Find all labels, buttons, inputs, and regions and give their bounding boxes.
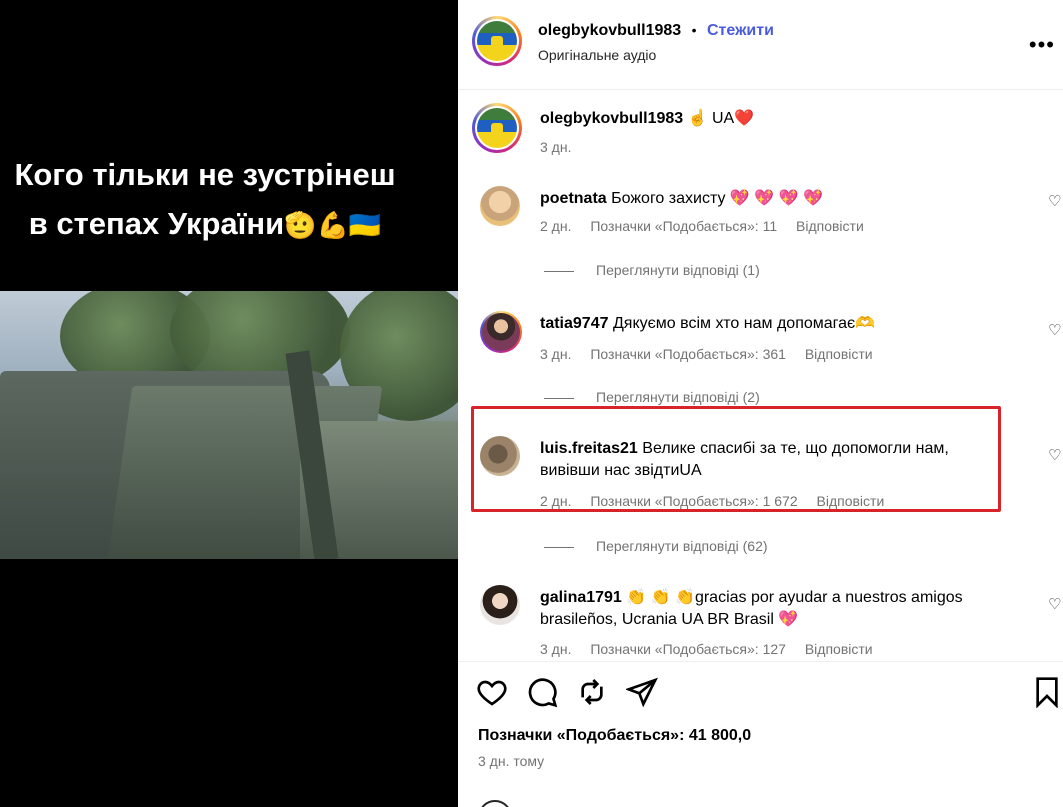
heart-icon[interactable]	[476, 676, 508, 708]
video-caption-line2: в степах України	[28, 206, 285, 241]
reply-button[interactable]: Відповісти	[805, 346, 873, 362]
video-caption-line1: Кого тільки не зустрінеш	[14, 157, 396, 192]
comment-text: Дякуємо всім хто нам допомагає🫶	[612, 315, 876, 332]
like-comment-icon[interactable]: ♡	[1048, 446, 1061, 464]
comment-text-line: luis.freitas21 Велике спасибі за те, що …	[540, 438, 1010, 482]
separator-dot: •	[691, 22, 697, 38]
view-replies-button[interactable]: Переглянути відповіді (1)	[544, 262, 760, 278]
comment-meta: 3 дн. Позначки «Подобається»: 127 Відпов…	[540, 641, 888, 657]
comment-text-line: galina1791 👏 👏 👏gracias por ayudar a nue…	[540, 587, 1010, 631]
view-replies-button[interactable]: Переглянути відповіді (2)	[544, 389, 760, 405]
comment-time: 2 дн.	[540, 218, 572, 234]
caption-text-line: olegbykovbull1983 ☝️ UA❤️	[540, 108, 1010, 130]
view-replies-button[interactable]: Переглянути відповіді (62)	[544, 538, 768, 554]
likes-count[interactable]: Позначки «Подобається»: 41 800,0	[478, 727, 751, 745]
emoji-icon[interactable]	[478, 800, 512, 807]
video-frame	[0, 291, 458, 559]
repost-icon[interactable]	[576, 676, 608, 708]
post-panel: olegbykovbull1983 • Стежити Оригінальне …	[458, 0, 1063, 807]
like-comment-icon[interactable]: ♡	[1048, 321, 1061, 339]
follow-button[interactable]: Стежити	[707, 22, 774, 39]
post-time: 3 дн. тому	[478, 753, 545, 769]
reply-button[interactable]: Відповісти	[796, 218, 864, 234]
comment-likes[interactable]: Позначки «Подобається»: 1 672	[590, 493, 797, 509]
caption-username[interactable]: olegbykovbull1983	[540, 110, 683, 127]
reply-button[interactable]: Відповісти	[805, 641, 873, 657]
commenter-avatar[interactable]	[480, 585, 520, 625]
caption-emojis: 🫡💪🇺🇦	[284, 210, 382, 240]
comment-text-line: poetnata Божого захисту 💖 💖 💖 💖	[540, 188, 1010, 210]
like-comment-icon[interactable]: ♡	[1048, 595, 1061, 613]
caption-text: ☝️ UA❤️	[687, 110, 755, 127]
comment-meta: 2 дн. Позначки «Подобається»: 11 Відпові…	[540, 218, 879, 234]
post-header: olegbykovbull1983 • Стежити Оригінальне …	[458, 0, 1063, 90]
commenter-avatar[interactable]	[480, 436, 520, 476]
commenter-username[interactable]: galina1791	[540, 589, 622, 606]
video-caption: Кого тільки не зустрінеш в степах Україн…	[0, 150, 410, 250]
original-audio-link[interactable]: Оригінальне аудіо	[538, 47, 656, 63]
comment-time: 3 дн.	[540, 346, 572, 362]
author-avatar[interactable]	[472, 103, 522, 153]
comment-likes[interactable]: Позначки «Подобається»: 361	[590, 346, 786, 362]
commenter-avatar[interactable]	[480, 186, 520, 226]
author-avatar[interactable]	[472, 16, 522, 66]
commenter-username[interactable]: tatia9747	[540, 315, 609, 332]
comment-text: Божого захисту 💖 💖 💖 💖	[611, 190, 823, 207]
post-actions: Позначки «Подобається»: 41 800,0 3 дн. т…	[458, 661, 1063, 807]
commenter-username[interactable]: poetnata	[540, 190, 607, 207]
caption-time: 3 дн.	[540, 139, 572, 155]
commenter-username[interactable]: luis.freitas21	[540, 440, 638, 457]
reply-button[interactable]: Відповісти	[817, 493, 885, 509]
comment-text-line: tatia9747 Дякуємо всім хто нам допомагає…	[540, 313, 1010, 335]
comment-icon[interactable]	[526, 676, 558, 708]
comment-time: 2 дн.	[540, 493, 572, 509]
comment-likes[interactable]: Позначки «Подобається»: 11	[590, 218, 777, 234]
video-caption-line2-wrap: в степах України🫡💪🇺🇦	[0, 199, 410, 250]
comment-likes[interactable]: Позначки «Подобається»: 127	[590, 641, 786, 657]
comment-time: 3 дн.	[540, 641, 572, 657]
bookmark-icon[interactable]	[1031, 676, 1063, 708]
commenter-avatar[interactable]	[480, 311, 522, 353]
comment-meta: 3 дн. Позначки «Подобається»: 361 Відпов…	[540, 346, 888, 362]
comment-meta: 2 дн. Позначки «Подобається»: 1 672 Відп…	[540, 493, 899, 509]
video-player[interactable]: Кого тільки не зустрінеш в степах Україн…	[0, 0, 458, 807]
author-line: olegbykovbull1983 • Стежити	[538, 22, 774, 40]
author-username[interactable]: olegbykovbull1983	[538, 22, 681, 39]
like-comment-icon[interactable]: ♡	[1048, 192, 1061, 210]
more-options-icon[interactable]: •••	[1029, 32, 1055, 58]
comments-list[interactable]: olegbykovbull1983 ☝️ UA❤️ 3 дн. poetnata…	[458, 91, 1063, 661]
share-icon[interactable]	[626, 676, 658, 708]
